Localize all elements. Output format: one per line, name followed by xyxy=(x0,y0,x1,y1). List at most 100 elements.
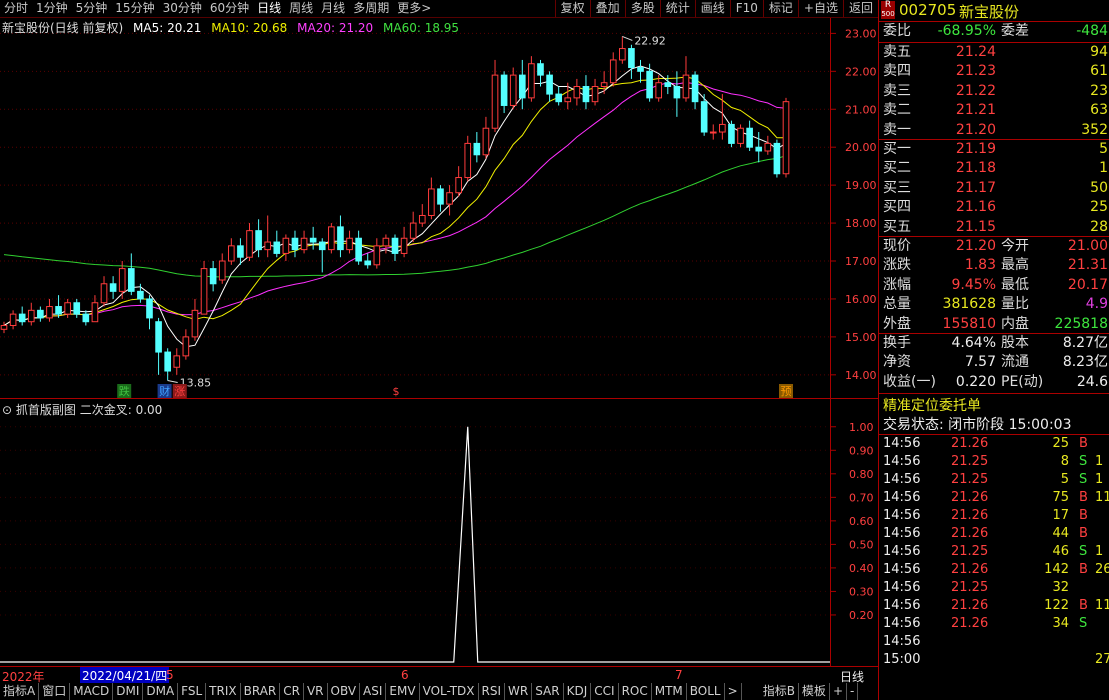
indicator-tab[interactable]: > xyxy=(725,683,742,700)
sell-row[interactable]: 卖五 21.24 94 xyxy=(879,43,1109,62)
indicator-tab[interactable]: VR xyxy=(304,683,328,700)
stat-label: 量比 xyxy=(1001,296,1029,313)
indicator-tab[interactable]: TRIX xyxy=(206,683,241,700)
indicator-tab[interactable]: CR xyxy=(280,683,304,700)
candle-body xyxy=(18,313,26,323)
kline-svg: 22.9213.85跌财涨 $ 预 xyxy=(0,32,830,398)
tick-row: 14:56 21.26 17 B xyxy=(879,507,1109,525)
price-tick-label: 23.00 xyxy=(845,27,877,40)
sub-tick-label: 0.60 xyxy=(849,515,874,528)
indicator-tab[interactable]: BRAR xyxy=(241,683,281,700)
candle-body xyxy=(27,309,35,323)
indicator-tab[interactable]: MTM xyxy=(652,683,687,700)
candle-body xyxy=(755,146,763,152)
tick-row: 14:56 21.26 44 B xyxy=(879,525,1109,543)
indicator-tab[interactable]: ROC xyxy=(619,683,652,700)
candle-body xyxy=(646,70,653,99)
event-marker[interactable]: 财 xyxy=(159,384,170,398)
event-marker[interactable]: 跌 xyxy=(119,384,130,398)
indicator-tab[interactable]: WR xyxy=(505,683,533,700)
tick-time: 14:56 xyxy=(883,454,921,469)
tool-button[interactable]: 复权 xyxy=(554,0,590,17)
period-tab[interactable]: 1分钟 xyxy=(32,0,72,17)
tool-button[interactable]: 统计 xyxy=(659,0,695,17)
sell-row[interactable]: 卖二 21.21 63 xyxy=(879,101,1109,120)
kline-chart[interactable]: 22.92 13.85 跌财涨 $ 预 新宝股份(日线 前复权) MA5: 20.21 … xyxy=(0,18,830,398)
event-marker[interactable]: 涨 xyxy=(174,385,185,398)
indicator-tab[interactable]: - xyxy=(847,683,859,700)
indicator-tab[interactable]: 指标B xyxy=(760,683,799,700)
indicator-tabs: 指标A 窗口 MACD DMI DMA FSL TRIX BRAR CR VR OBV ASI EMV V… xyxy=(0,683,878,700)
period-tab[interactable]: 日线 xyxy=(253,0,285,17)
indicator-tab[interactable]: EMV xyxy=(386,683,420,700)
tick-time: 14:56 xyxy=(883,526,921,541)
candle-body xyxy=(773,142,781,175)
indicator-tab[interactable]: OBV xyxy=(328,683,361,700)
candle-body xyxy=(637,67,644,72)
indicator-tab[interactable]: 指标A xyxy=(0,683,40,700)
sell-row[interactable]: 卖三 21.22 23 xyxy=(879,82,1109,101)
period-tab[interactable]: 15分钟 xyxy=(111,0,158,17)
period-tab[interactable]: 60分钟 xyxy=(206,0,253,17)
indicator-tab[interactable]: FSL xyxy=(178,683,207,700)
tick-price: 21.25 xyxy=(951,454,989,469)
candle-body xyxy=(782,101,790,175)
tick-side: S xyxy=(1079,544,1088,559)
sell-volume: 94 xyxy=(1090,44,1108,60)
candle-body xyxy=(246,230,253,258)
candle-body xyxy=(400,237,408,254)
buy-row[interactable]: 买五 21.15 28 xyxy=(879,218,1109,237)
indicator-tab[interactable]: DMI xyxy=(113,683,144,700)
tool-button[interactable]: 画线 xyxy=(694,0,730,17)
entrust-title[interactable]: 精准定位委托单 xyxy=(883,395,981,415)
period-tabs: 分时 1分钟 5分钟 15分钟 30分钟 60分钟 日线 周线 月线 多周期 更多> xyxy=(0,0,435,17)
indicator-tab[interactable]: 模板 xyxy=(799,683,830,700)
tick-price: 21.26 xyxy=(951,562,989,577)
indicator-tab[interactable]: VOL-TDX xyxy=(420,683,479,700)
tick-volume: 142 xyxy=(1044,562,1069,577)
sell-row[interactable]: 卖四 21.23 61 xyxy=(879,62,1109,81)
indicator-tab[interactable]: + xyxy=(830,683,847,700)
tool-button[interactable]: 返回 xyxy=(842,0,878,17)
tool-button[interactable]: +自选 xyxy=(797,0,843,17)
tick-time: 14:56 xyxy=(883,616,921,631)
indicator-tab[interactable]: RSI xyxy=(479,683,506,700)
indicator-chart[interactable]: ⊙ 抓首版副图 二次金叉: 0.00 xyxy=(0,398,830,667)
indicator-tab[interactable]: MACD xyxy=(70,683,114,700)
indicator-tab[interactable]: DMA xyxy=(143,683,179,700)
period-tab[interactable]: 30分钟 xyxy=(159,0,206,17)
buy-label: 买四 xyxy=(883,199,911,216)
event-marker[interactable]: $ xyxy=(393,385,400,398)
buy-row[interactable]: 买三 21.17 50 xyxy=(879,179,1109,198)
tick-count: 1 xyxy=(1095,454,1104,469)
indicator-tab[interactable]: CCI xyxy=(591,683,619,700)
candle-body xyxy=(337,226,344,251)
tool-button[interactable]: 多股 xyxy=(624,0,660,17)
indicator-tab[interactable]: SAR xyxy=(532,683,564,700)
period-tab[interactable]: 更多> xyxy=(393,0,435,17)
sell-price: 21.20 xyxy=(955,121,996,138)
indicator-tab[interactable]: BOLL xyxy=(687,683,725,700)
tick-volume: 5 xyxy=(1060,472,1069,487)
indicator-tab[interactable]: 窗口 xyxy=(39,683,71,700)
rank-badge: R 500 xyxy=(881,1,895,19)
period-tab[interactable]: 分时 xyxy=(0,0,32,17)
indicator-tab[interactable]: ASI xyxy=(360,683,387,700)
candle-body xyxy=(46,306,53,319)
buy-row[interactable]: 买二 21.18 1 xyxy=(879,159,1109,178)
buy-row[interactable]: 买一 21.19 5 xyxy=(879,140,1109,159)
tool-button[interactable]: F10 xyxy=(729,0,763,17)
event-marker[interactable]: 预 xyxy=(781,385,792,398)
tool-button[interactable]: 标记 xyxy=(762,0,798,17)
indicator-tab[interactable]: KDJ xyxy=(564,683,592,700)
tool-button[interactable]: 叠加 xyxy=(589,0,625,17)
collapse-icon[interactable]: ⊙ xyxy=(2,403,12,417)
sub-tick-label: 0.20 xyxy=(849,609,874,622)
sell-row[interactable]: 卖一 21.20 352 xyxy=(879,121,1109,140)
period-tab[interactable]: 月线 xyxy=(317,0,349,17)
period-tab[interactable]: 周线 xyxy=(285,0,317,17)
buy-row[interactable]: 买四 21.16 25 xyxy=(879,198,1109,217)
period-tab[interactable]: 5分钟 xyxy=(72,0,112,17)
period-tab[interactable]: 多周期 xyxy=(349,0,393,17)
candle-body xyxy=(9,313,17,327)
